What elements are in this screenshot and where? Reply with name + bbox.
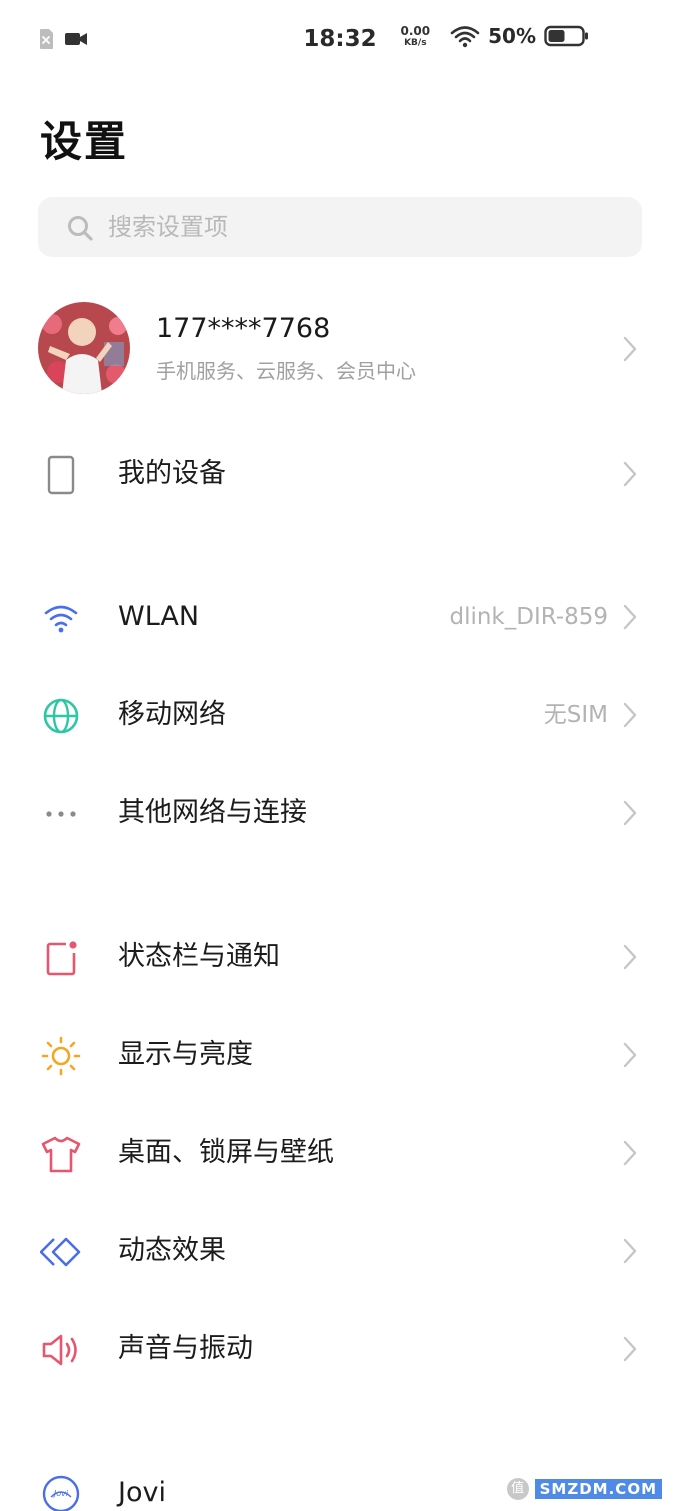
- watermark-badge: 值: [506, 1478, 529, 1500]
- chevron-right-icon: [623, 702, 637, 728]
- chevron-right-icon: [623, 336, 637, 362]
- settings-row-desktop-wallpaper[interactable]: 桌面、锁屏与壁纸: [0, 1113, 680, 1193]
- watermark-text: SMZDM.COM: [534, 1479, 662, 1499]
- status-bar: 18:32 0.00 KB/s 50%: [0, 0, 680, 80]
- settings-row-my-device[interactable]: 我的设备: [0, 434, 680, 514]
- sun-icon: [41, 1036, 81, 1076]
- settings-row-mobile-network[interactable]: 移动网络 无SIM: [0, 675, 680, 755]
- row-label: 状态栏与通知: [118, 941, 280, 972]
- network-speed-value: 0.00: [400, 23, 431, 38]
- settings-row-status-bar-notifications[interactable]: 状态栏与通知: [0, 917, 680, 997]
- more-dots-icon: [46, 811, 76, 817]
- wifi-signal-icon: [450, 26, 480, 48]
- row-label: 声音与振动: [118, 1333, 253, 1364]
- search-icon: [68, 216, 93, 241]
- chevron-right-icon: [623, 461, 637, 487]
- network-speed-unit: KB/s: [404, 37, 427, 48]
- row-label: Jovi: [118, 1477, 166, 1508]
- sim-status: 无SIM: [543, 702, 608, 728]
- chevron-right-icon: [623, 944, 637, 970]
- account-subtitle: 手机服务、云服务、会员中心: [156, 359, 416, 383]
- row-label: 桌面、锁屏与壁纸: [118, 1137, 334, 1168]
- notification-icon: [46, 941, 77, 976]
- battery-percent: 50%: [488, 24, 536, 48]
- avatar: [38, 302, 130, 394]
- settings-row-dynamic-effects[interactable]: 动态效果: [0, 1211, 680, 1291]
- wifi-network-name: dlink_DIR-859: [449, 604, 608, 630]
- diamond-icon: [40, 1237, 81, 1267]
- watermark: 值 SMZDM.COM: [506, 1478, 662, 1500]
- svg-text:Jovi: Jovi: [52, 1489, 69, 1498]
- row-label: 移动网络: [118, 699, 226, 730]
- phone-device-icon: [47, 455, 75, 495]
- row-label: 显示与亮度: [118, 1039, 253, 1070]
- chevron-right-icon: [623, 1336, 637, 1362]
- chevron-right-icon: [623, 800, 637, 826]
- row-label: 动态效果: [118, 1235, 226, 1266]
- globe-icon: [43, 698, 79, 734]
- row-label: 其他网络与连接: [118, 797, 307, 828]
- chevron-right-icon: [623, 1140, 637, 1166]
- speaker-icon: [42, 1334, 77, 1366]
- wifi-icon: [44, 605, 78, 633]
- chevron-right-icon: [623, 1238, 637, 1264]
- battery-icon: [544, 25, 588, 47]
- chevron-right-icon: [623, 604, 637, 630]
- account-name: 177****7768: [156, 313, 331, 344]
- settings-row-wlan[interactable]: WLAN dlink_DIR-859: [0, 577, 680, 657]
- settings-row-other-networks[interactable]: 其他网络与连接: [0, 773, 680, 853]
- search-input[interactable]: [108, 197, 608, 257]
- settings-row-display-brightness[interactable]: 显示与亮度: [0, 1015, 680, 1095]
- row-label: WLAN: [118, 601, 200, 632]
- account-entry[interactable]: 177****7768 手机服务、云服务、会员中心: [0, 295, 680, 405]
- search-bar[interactable]: [38, 197, 642, 257]
- network-speed: 0.00 KB/s: [401, 25, 431, 48]
- page-title: 设置: [40, 117, 129, 166]
- jovi-icon: Jovi: [42, 1475, 80, 1511]
- chevron-right-icon: [623, 1042, 637, 1068]
- avatar-image: [38, 302, 130, 394]
- status-right: 0.00 KB/s 50%: [401, 24, 590, 48]
- settings-row-sound-vibration[interactable]: 声音与振动: [0, 1309, 680, 1389]
- settings-screen: 18:32 0.00 KB/s 50% 设置 搜索设置项 177****7768…: [0, 0, 680, 1511]
- row-label: 我的设备: [118, 458, 226, 489]
- tshirt-icon: [41, 1136, 81, 1173]
